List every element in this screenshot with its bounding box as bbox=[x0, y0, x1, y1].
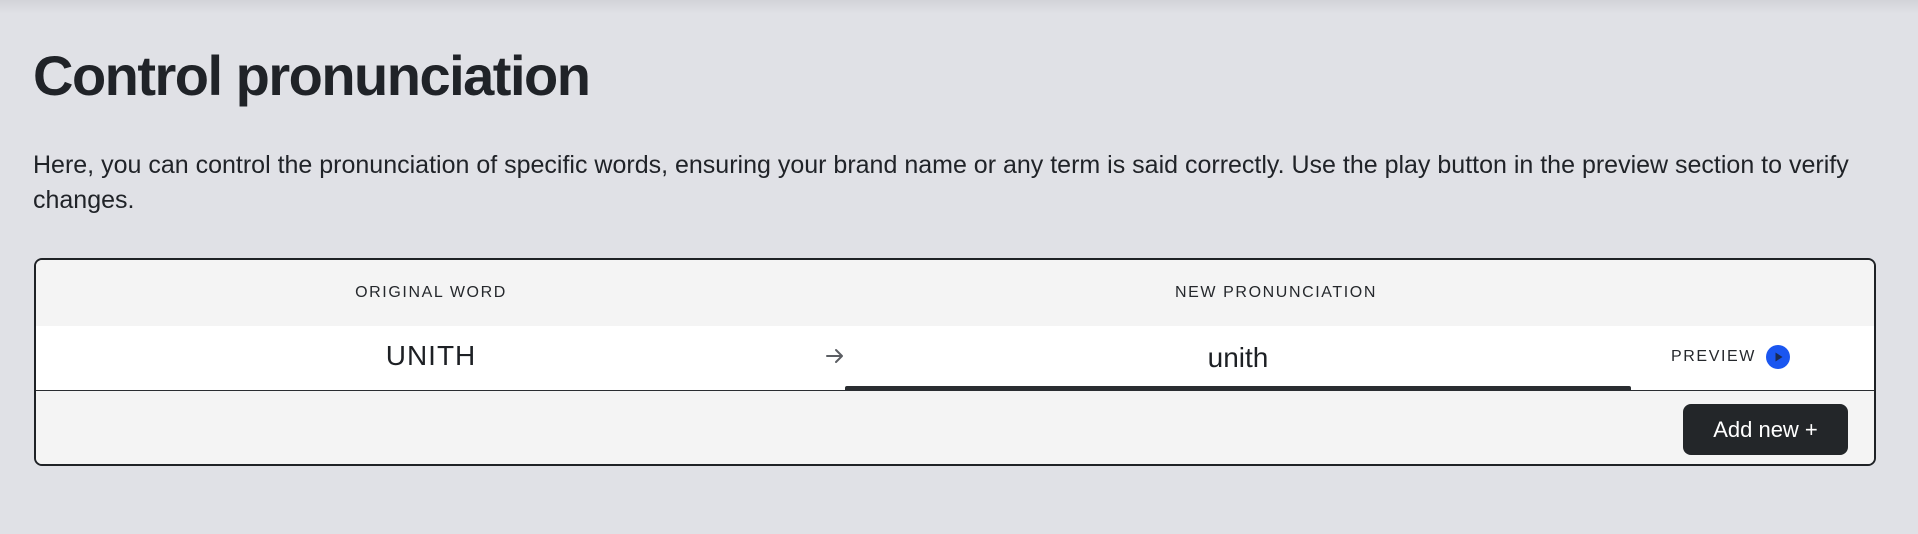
page-title: Control pronunciation bbox=[33, 44, 591, 107]
play-circle-icon bbox=[1766, 345, 1790, 369]
pronunciation-table: ORIGINAL WORD NEW PRONUNCIATION UNITH PR… bbox=[34, 258, 1876, 466]
column-header-new-pronunciation: NEW PRONUNCIATION bbox=[1174, 284, 1377, 301]
new-pronunciation-input[interactable] bbox=[845, 326, 1631, 389]
table-row: UNITH PREVIEW bbox=[36, 326, 1874, 391]
top-shadow bbox=[0, 0, 1918, 14]
add-new-button[interactable]: Add new + bbox=[1683, 404, 1848, 455]
page-description: Here, you can control the pronunciation … bbox=[33, 151, 1849, 214]
column-header-original-word: ORIGINAL WORD bbox=[355, 284, 507, 301]
arrow-right-icon bbox=[826, 349, 843, 363]
table-footer: Add new + bbox=[36, 391, 1874, 464]
table-header: ORIGINAL WORD NEW PRONUNCIATION bbox=[36, 260, 1874, 326]
preview-button[interactable]: PREVIEW bbox=[1671, 344, 1790, 370]
preview-label: PREVIEW bbox=[1671, 348, 1756, 365]
original-word-value: UNITH bbox=[385, 340, 477, 371]
input-underline bbox=[845, 386, 1631, 390]
